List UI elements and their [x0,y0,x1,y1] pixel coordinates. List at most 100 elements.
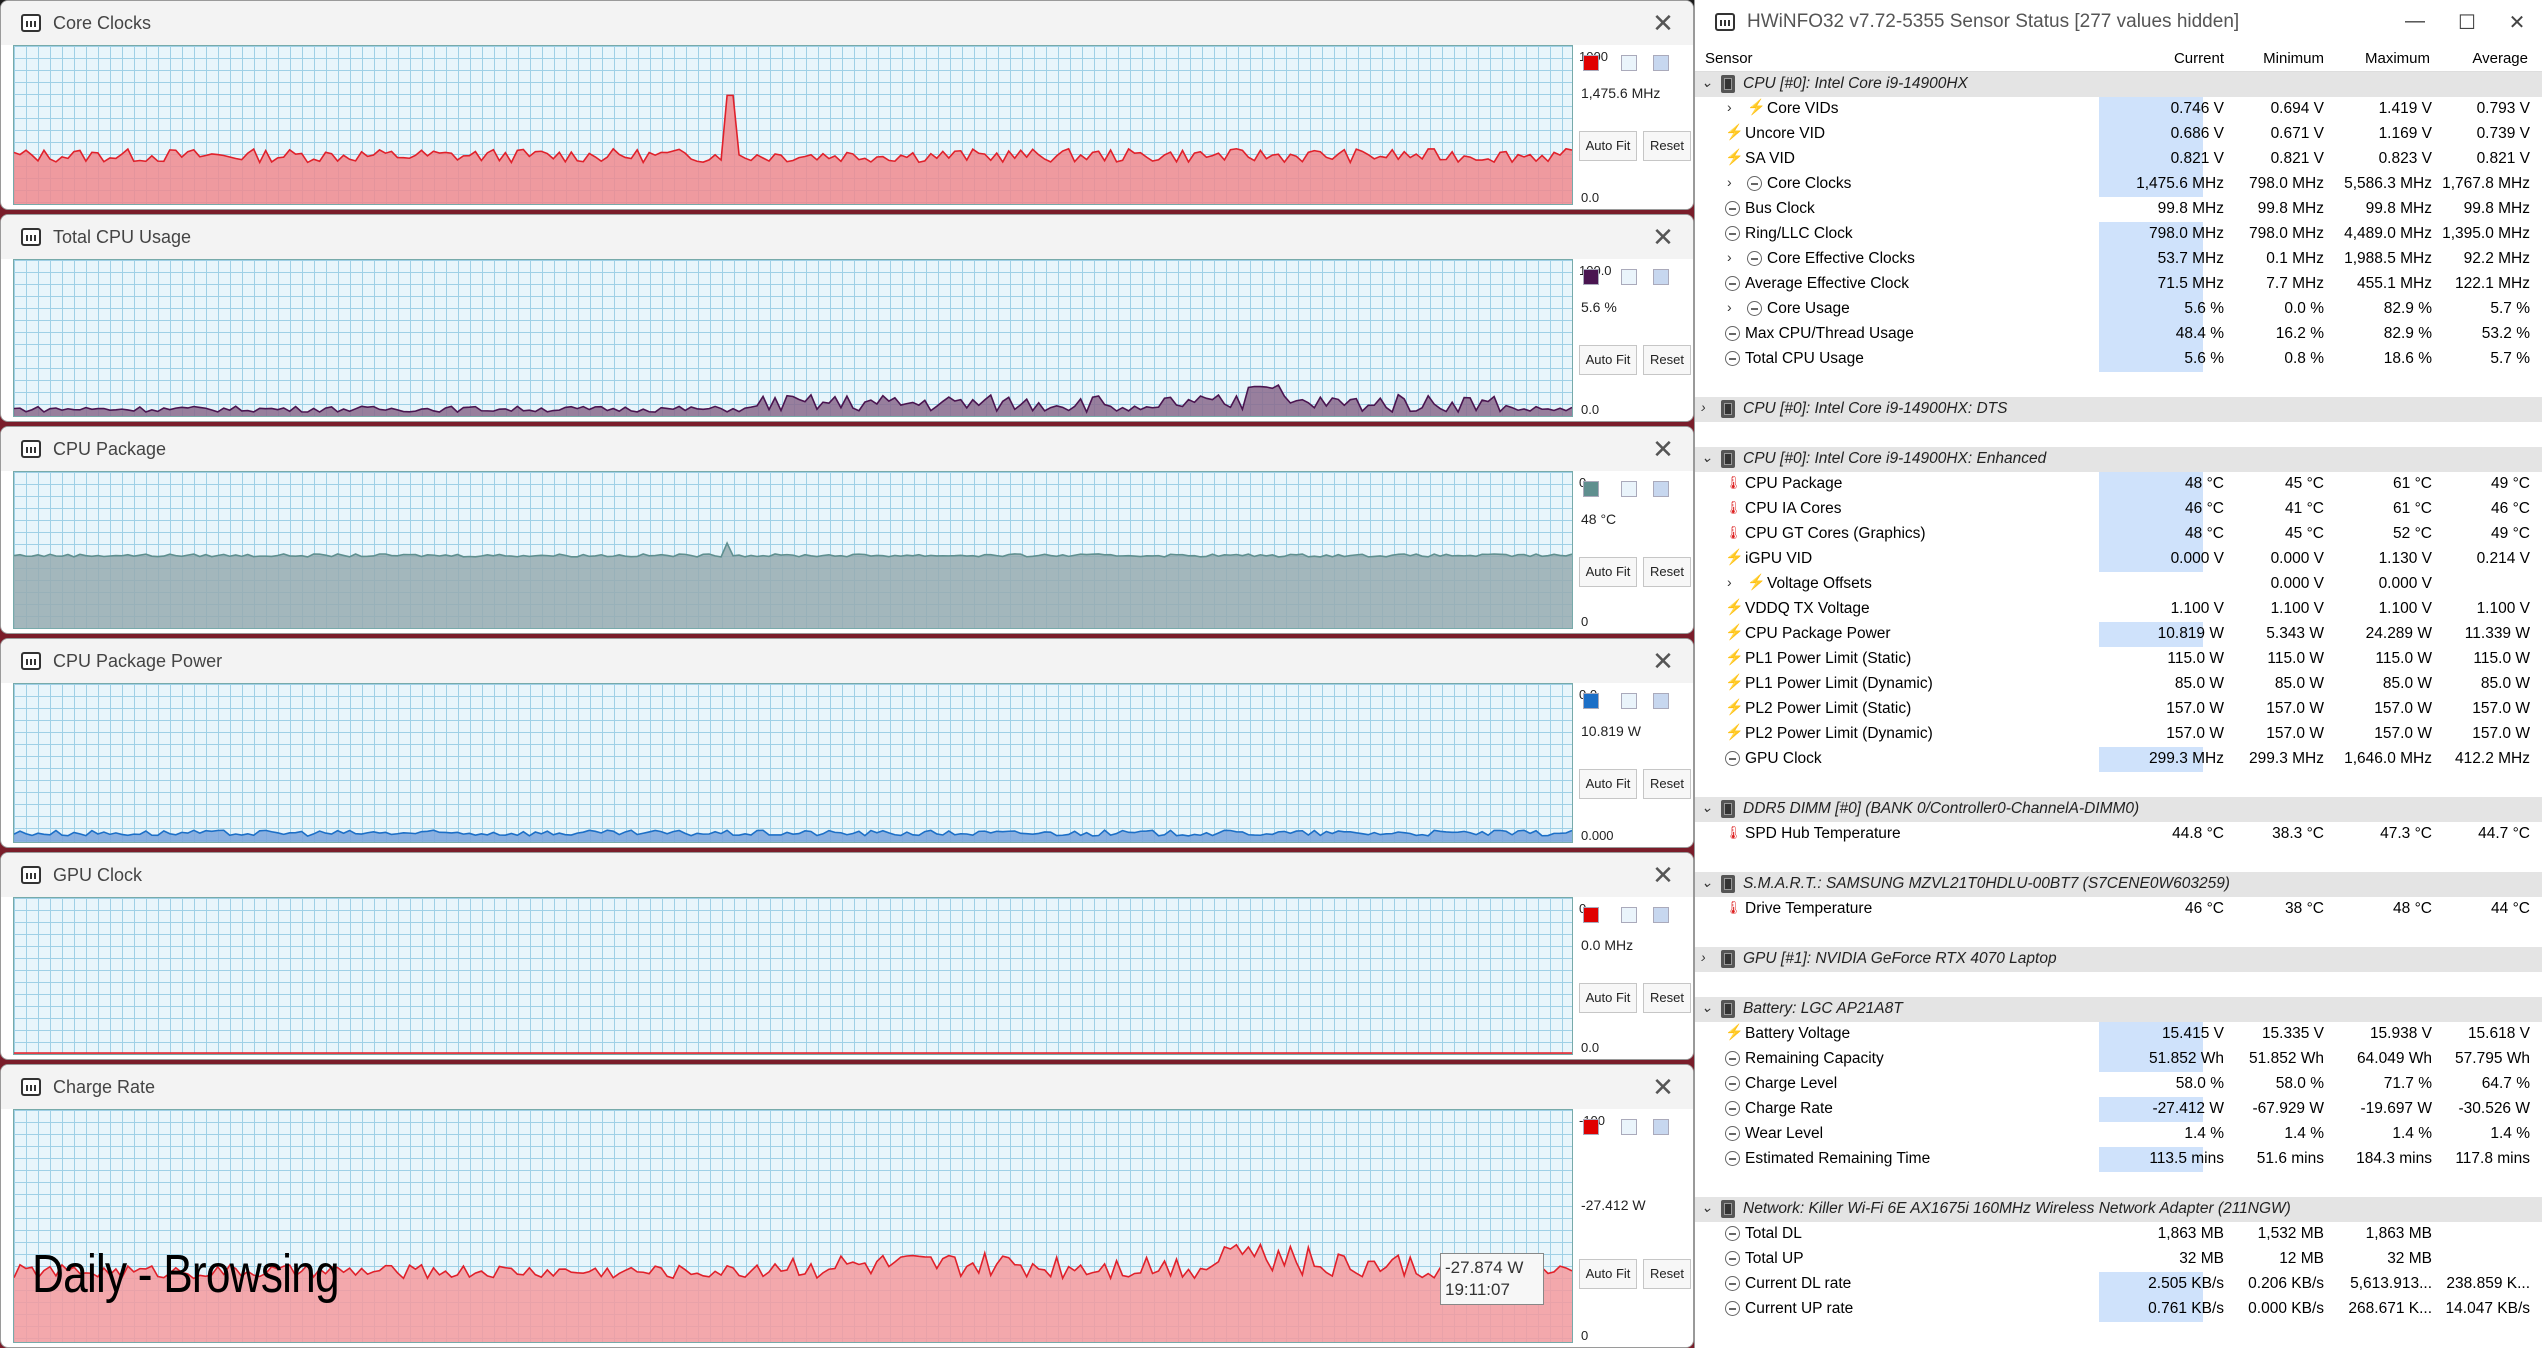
sensor-row[interactable]: Total UP 32 MB 12 MB 32 MB [1695,1247,2542,1272]
expand-toggle-icon[interactable]: › [1701,399,1715,415]
sensor-row[interactable]: CPU GT Cores (Graphics) 48 °C 45 °C 52 °… [1695,522,2542,547]
graph-plot[interactable] [13,683,1573,843]
reset-button[interactable]: Reset [1643,1259,1691,1289]
auto-fit-button[interactable]: Auto Fit [1579,557,1637,587]
color-swatch-3[interactable] [1653,481,1669,497]
graph-titlebar[interactable]: Total CPU Usage ✕ [1,215,1693,259]
col-current[interactable]: Current [2174,50,2224,67]
col-maximum[interactable]: Maximum [2365,50,2430,67]
expand-toggle-icon[interactable]: › [1701,949,1715,965]
expand-toggle-icon[interactable]: ⌄ [1701,999,1715,1016]
close-icon[interactable]: ✕ [2500,10,2534,35]
color-swatch-3[interactable] [1653,55,1669,71]
col-minimum[interactable]: Minimum [2263,50,2324,67]
maximize-icon[interactable]: ☐ [2450,10,2484,35]
reset-button[interactable]: Reset [1643,557,1691,587]
color-swatch-2[interactable] [1621,693,1637,709]
sensor-group-row[interactable]: ⌄ Network: Killer Wi-Fi 6E AX1675i 160MH… [1695,1197,2542,1222]
color-swatch[interactable] [1583,693,1599,709]
sensor-row[interactable]: CPU IA Cores 46 °C 41 °C 61 °C 46 °C [1695,497,2542,522]
expand-toggle-icon[interactable]: › [1727,99,1741,115]
sensor-group-row[interactable]: ⌄ CPU [#0]: Intel Core i9-14900HX [1695,72,2542,97]
expand-toggle-icon[interactable]: ⌄ [1701,1199,1715,1216]
col-sensor[interactable]: Sensor [1705,50,1753,67]
sensor-row[interactable]: PL2 Power Limit (Static) 157.0 W 157.0 W… [1695,697,2542,722]
expand-toggle-icon[interactable]: ⌄ [1701,799,1715,816]
sensor-group-row[interactable]: ⌄ Battery: LGC AP21A8T [1695,997,2542,1022]
reset-button[interactable]: Reset [1643,131,1691,161]
auto-fit-button[interactable]: Auto Fit [1579,769,1637,799]
sensor-group-row[interactable]: ⌄ CPU [#0]: Intel Core i9-14900HX: Enhan… [1695,447,2542,472]
sensor-row[interactable]: SPD Hub Temperature 44.8 °C 38.3 °C 47.3… [1695,822,2542,847]
sensor-row[interactable]: Charge Level 58.0 % 58.0 % 71.7 % 64.7 % [1695,1072,2542,1097]
color-swatch-2[interactable] [1621,1119,1637,1135]
graph-titlebar[interactable]: CPU Package Power ✕ [1,639,1693,683]
sensor-group-row[interactable]: ⌄ S.M.A.R.T.: SAMSUNG MZVL21T0HDLU-00BT7… [1695,872,2542,897]
graph-plot[interactable] [13,897,1573,1055]
sensor-row[interactable]: › Core Effective Clocks 53.7 MHz 0.1 MHz… [1695,247,2542,272]
graph-plot[interactable] [13,45,1573,205]
color-swatch[interactable] [1583,269,1599,285]
color-swatch-3[interactable] [1653,907,1669,923]
sensor-row[interactable]: Estimated Remaining Time 113.5 mins 51.6… [1695,1147,2542,1172]
sensor-row[interactable]: GPU Clock 299.3 MHz 299.3 MHz 1,646.0 MH… [1695,747,2542,772]
auto-fit-button[interactable]: Auto Fit [1579,345,1637,375]
color-swatch-2[interactable] [1621,269,1637,285]
color-swatch[interactable] [1583,481,1599,497]
expand-toggle-icon[interactable]: › [1727,574,1741,590]
close-icon[interactable]: ✕ [1647,435,1679,463]
sensor-group-row[interactable]: › GPU [#1]: NVIDIA GeForce RTX 4070 Lapt… [1695,947,2542,972]
expand-toggle-icon[interactable]: ⌄ [1701,874,1715,891]
sensor-group-row[interactable]: ⌄ DDR5 DIMM [#0] (BANK 0/Controller0-Cha… [1695,797,2542,822]
color-swatch-2[interactable] [1621,907,1637,923]
sensor-row[interactable]: Current DL rate 2.505 KB/s 0.206 KB/s 5,… [1695,1272,2542,1297]
expand-toggle-icon[interactable]: › [1727,174,1741,190]
expand-toggle-icon[interactable]: › [1727,299,1741,315]
color-swatch-2[interactable] [1621,481,1637,497]
minimize-icon[interactable]: — [2398,10,2432,33]
sensor-row[interactable]: › Core Usage 5.6 % 0.0 % 82.9 % 5.7 % [1695,297,2542,322]
sensor-row[interactable]: Ring/LLC Clock 798.0 MHz 798.0 MHz 4,489… [1695,222,2542,247]
sensor-row[interactable]: Charge Rate -27.412 W -67.929 W -19.697 … [1695,1097,2542,1122]
sensor-row[interactable]: VDDQ TX Voltage 1.100 V 1.100 V 1.100 V … [1695,597,2542,622]
color-swatch-2[interactable] [1621,55,1637,71]
column-header[interactable]: Sensor Current Minimum Maximum Average [1695,46,2542,72]
graph-titlebar[interactable]: Core Clocks ✕ [1,1,1693,45]
reset-button[interactable]: Reset [1643,769,1691,799]
sensor-row[interactable]: CPU Package 48 °C 45 °C 61 °C 49 °C [1695,472,2542,497]
sensor-row[interactable]: Remaining Capacity 51.852 Wh 51.852 Wh 6… [1695,1047,2542,1072]
sensor-row[interactable]: Max CPU/Thread Usage 48.4 % 16.2 % 82.9 … [1695,322,2542,347]
graph-titlebar[interactable]: Charge Rate ✕ [1,1065,1693,1109]
sensor-row[interactable]: PL1 Power Limit (Dynamic) 85.0 W 85.0 W … [1695,672,2542,697]
reset-button[interactable]: Reset [1643,345,1691,375]
color-swatch[interactable] [1583,55,1599,71]
sensor-row[interactable]: › Core VIDs 0.746 V 0.694 V 1.419 V 0.79… [1695,97,2542,122]
sensor-row[interactable]: Average Effective Clock 71.5 MHz 7.7 MHz… [1695,272,2542,297]
close-icon[interactable]: ✕ [1647,861,1679,889]
sensor-row[interactable]: › Core Clocks 1,475.6 MHz 798.0 MHz 5,58… [1695,172,2542,197]
sensor-group-row[interactable]: › CPU [#0]: Intel Core i9-14900HX: DTS [1695,397,2542,422]
reset-button[interactable]: Reset [1643,983,1691,1013]
sensor-row[interactable]: SA VID 0.821 V 0.821 V 0.823 V 0.821 V [1695,147,2542,172]
color-swatch-3[interactable] [1653,1119,1669,1135]
sensor-row[interactable]: Total CPU Usage 5.6 % 0.8 % 18.6 % 5.7 % [1695,347,2542,372]
expand-toggle-icon[interactable]: › [1727,249,1741,265]
graph-plot[interactable] [13,471,1573,629]
sensor-row[interactable]: Current UP rate 0.761 KB/s 0.000 KB/s 26… [1695,1297,2542,1322]
graph-titlebar[interactable]: GPU Clock ✕ [1,853,1693,897]
close-icon[interactable]: ✕ [1647,1073,1679,1101]
color-swatch[interactable] [1583,1119,1599,1135]
graph-plot[interactable] [13,259,1573,417]
sensor-row[interactable]: Drive Temperature 46 °C 38 °C 48 °C 44 °… [1695,897,2542,922]
color-swatch-3[interactable] [1653,693,1669,709]
auto-fit-button[interactable]: Auto Fit [1579,983,1637,1013]
sensor-row[interactable]: CPU Package Power 10.819 W 5.343 W 24.28… [1695,622,2542,647]
col-average[interactable]: Average [2472,50,2528,67]
color-swatch-3[interactable] [1653,269,1669,285]
close-icon[interactable]: ✕ [1647,9,1679,37]
color-swatch[interactable] [1583,907,1599,923]
sensor-row[interactable]: Battery Voltage 15.415 V 15.335 V 15.938… [1695,1022,2542,1047]
auto-fit-button[interactable]: Auto Fit [1579,131,1637,161]
sensor-row[interactable]: Wear Level 1.4 % 1.4 % 1.4 % 1.4 % [1695,1122,2542,1147]
sensor-list[interactable]: ⌄ CPU [#0]: Intel Core i9-14900HX› Core … [1695,72,2542,1322]
